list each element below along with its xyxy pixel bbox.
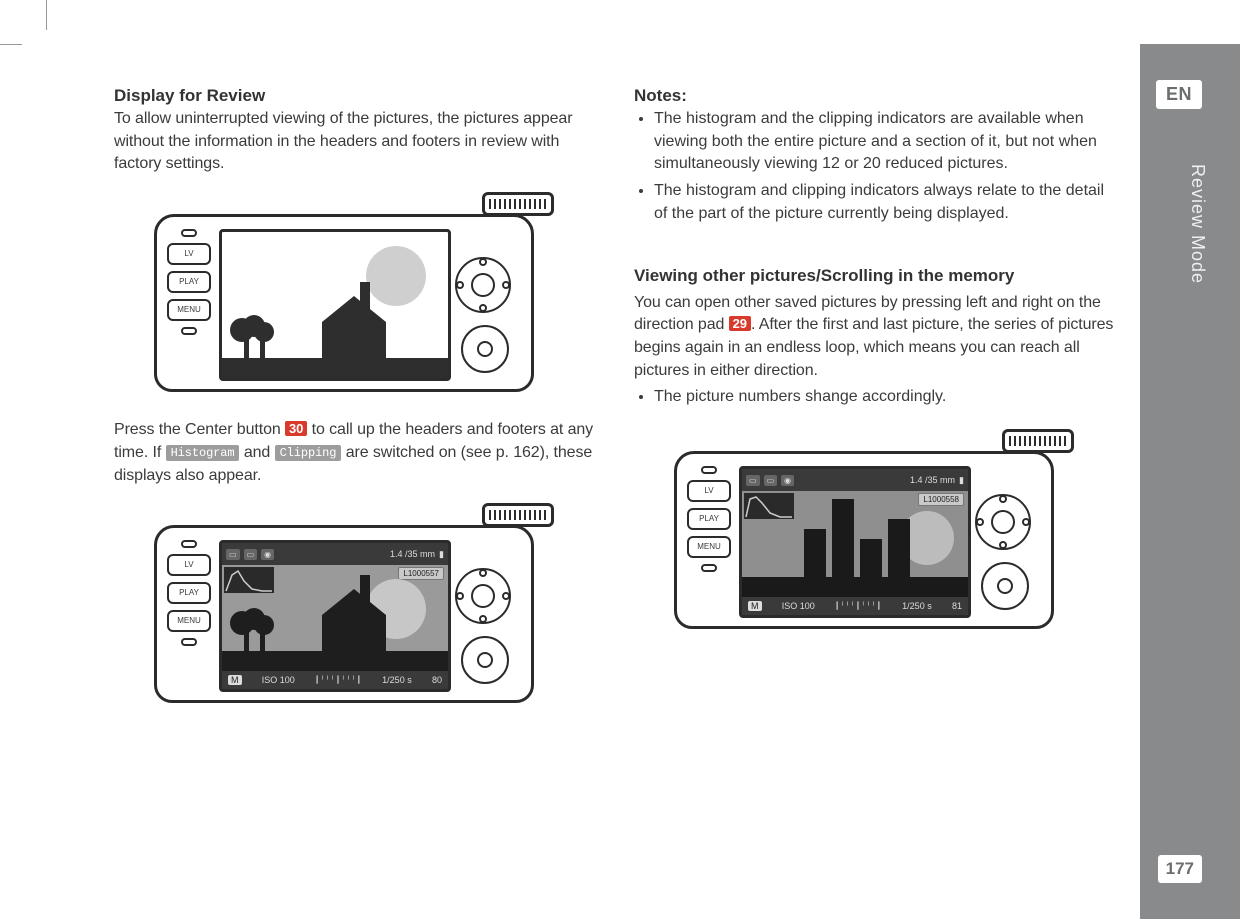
- exposure-scale-icon: ┃╵╵╵┃╵╵╵┃: [835, 602, 882, 610]
- lcd-screen: ▭ ▭ ◉ 1.4 /35 mm ▮ L1000557: [219, 540, 451, 692]
- histogram-overlay: [744, 493, 794, 519]
- lv-button: LV: [167, 243, 211, 265]
- text-fragment: Press the Center button: [114, 421, 285, 438]
- text-fragment: and: [239, 444, 274, 461]
- button-column: LV PLAY MENU: [167, 540, 213, 652]
- direction-pad-icon: [975, 494, 1031, 550]
- camera-diagram-3: LV PLAY MENU ▭ ▭ ◉ 1.4 /35 mm ▮: [674, 429, 1074, 634]
- screen-bottom-bar: M ISO 100 ┃╵╵╵┃╵╵╵┃ 1/250 s 80: [222, 671, 448, 689]
- card-icon: ▮: [959, 475, 964, 486]
- para-scrolling: You can open other saved pictures by pre…: [634, 292, 1114, 383]
- ground-icon: [222, 651, 448, 671]
- ground-icon: [742, 577, 968, 597]
- file-number-label: L1000557: [398, 567, 444, 580]
- camera-diagram-2: LV PLAY MENU ▭ ▭ ◉ 1.4 /35 mm ▮: [154, 503, 554, 708]
- crop-mark-vertical: [46, 0, 47, 30]
- play-button: PLAY: [167, 271, 211, 293]
- notes-heading: Notes:: [634, 86, 1114, 106]
- format-icon: ▭: [764, 475, 778, 486]
- format-icon: ◉: [781, 475, 794, 486]
- mode-indicator: M: [228, 675, 242, 685]
- ground-icon: [222, 358, 448, 378]
- button-column: LV PLAY MENU: [167, 229, 213, 341]
- format-icon: ▭: [226, 549, 240, 560]
- lv-button: LV: [687, 480, 731, 502]
- scroll-note-item: The picture numbers shange accordingly.: [654, 386, 1114, 409]
- iso-indicator: ISO 100: [782, 601, 815, 611]
- screen-bottom-bar: M ISO 100 ┃╵╵╵┃╵╵╵┃ 1/250 s 81: [742, 597, 968, 615]
- top-button-icon: [181, 540, 197, 548]
- clipping-menu-chip: Clipping: [275, 445, 342, 461]
- menu-button: MENU: [167, 610, 211, 632]
- screen-top-bar: ▭ ▭ ◉ 1.4 /35 mm ▮: [222, 543, 448, 565]
- thumbwheel-icon: [461, 636, 509, 684]
- iso-indicator: ISO 100: [262, 675, 295, 685]
- camera-diagram-1: LV PLAY MENU: [154, 192, 554, 397]
- shutter-indicator: 1/250 s: [902, 601, 932, 611]
- play-button: PLAY: [167, 582, 211, 604]
- para-center-button: Press the Center button 30 to call up th…: [114, 419, 594, 487]
- format-icon: ▭: [746, 475, 760, 486]
- format-icon: ◉: [261, 549, 274, 560]
- bottom-button-icon: [181, 327, 197, 335]
- note-item: The histogram and the clipping indicator…: [654, 108, 1114, 176]
- page-content: Display for Review To allow uninterrupte…: [114, 86, 1114, 730]
- frame-count: 80: [432, 675, 442, 685]
- para-display-review: To allow uninterrupted viewing of the pi…: [114, 108, 594, 176]
- bottom-button-icon: [701, 564, 717, 572]
- language-badge: EN: [1156, 80, 1202, 109]
- lcd-screen: ▭ ▭ ◉ 1.4 /35 mm ▮ L1000558: [739, 466, 971, 618]
- scroll-note-list: The picture numbers shange accordingly.: [634, 386, 1114, 409]
- figure-1: LV PLAY MENU: [154, 192, 594, 397]
- top-button-icon: [181, 229, 197, 237]
- mode-indicator: M: [748, 601, 762, 611]
- heading-viewing-other: Viewing other pictures/Scrolling in the …: [634, 266, 1114, 286]
- play-button: PLAY: [687, 508, 731, 530]
- figure-3: LV PLAY MENU ▭ ▭ ◉ 1.4 /35 mm ▮: [674, 429, 1114, 634]
- ref-29-badge: 29: [729, 316, 751, 331]
- side-tab: EN Review Mode 177: [1140, 44, 1240, 919]
- viewfinder-icon: [482, 503, 554, 527]
- menu-button: MENU: [167, 299, 211, 321]
- figure-2: LV PLAY MENU ▭ ▭ ◉ 1.4 /35 mm ▮: [154, 503, 594, 708]
- menu-button: MENU: [687, 536, 731, 558]
- file-number-label: L1000558: [918, 493, 964, 506]
- card-icon: ▮: [439, 549, 444, 560]
- page-number: 177: [1158, 855, 1202, 883]
- section-title: Review Mode: [1187, 164, 1208, 284]
- ref-30-badge: 30: [285, 421, 307, 436]
- format-icon: ▭: [244, 549, 258, 560]
- crop-mark-horizontal: [0, 44, 22, 45]
- thumbwheel-icon: [981, 562, 1029, 610]
- notes-list: The histogram and the clipping indicator…: [634, 108, 1114, 226]
- lens-info: 1.4 /35 mm: [390, 549, 435, 559]
- frame-count: 81: [952, 601, 962, 611]
- button-column: LV PLAY MENU: [687, 466, 733, 578]
- lcd-screen: [219, 229, 451, 381]
- left-column: Display for Review To allow uninterrupte…: [114, 86, 594, 730]
- lv-button: LV: [167, 554, 211, 576]
- exposure-scale-icon: ┃╵╵╵┃╵╵╵┃: [315, 676, 362, 684]
- bottom-button-icon: [181, 638, 197, 646]
- buildings-icon: [804, 499, 910, 579]
- viewfinder-icon: [1002, 429, 1074, 453]
- histogram-menu-chip: Histogram: [166, 445, 240, 461]
- thumbwheel-icon: [461, 325, 509, 373]
- direction-pad-icon: [455, 257, 511, 313]
- direction-pad-icon: [455, 568, 511, 624]
- right-column: Notes: The histogram and the clipping in…: [634, 86, 1114, 730]
- note-item: The histogram and clipping indicators al…: [654, 180, 1114, 225]
- viewfinder-icon: [482, 192, 554, 216]
- trees-icon: [228, 308, 298, 360]
- top-button-icon: [701, 466, 717, 474]
- screen-top-bar: ▭ ▭ ◉ 1.4 /35 mm ▮: [742, 469, 968, 491]
- house-icon: [306, 575, 396, 653]
- heading-display-review: Display for Review: [114, 86, 594, 106]
- shutter-indicator: 1/250 s: [382, 675, 412, 685]
- house-icon: [306, 282, 396, 360]
- trees-icon: [228, 601, 298, 653]
- histogram-overlay: [224, 567, 274, 593]
- lens-info: 1.4 /35 mm: [910, 475, 955, 485]
